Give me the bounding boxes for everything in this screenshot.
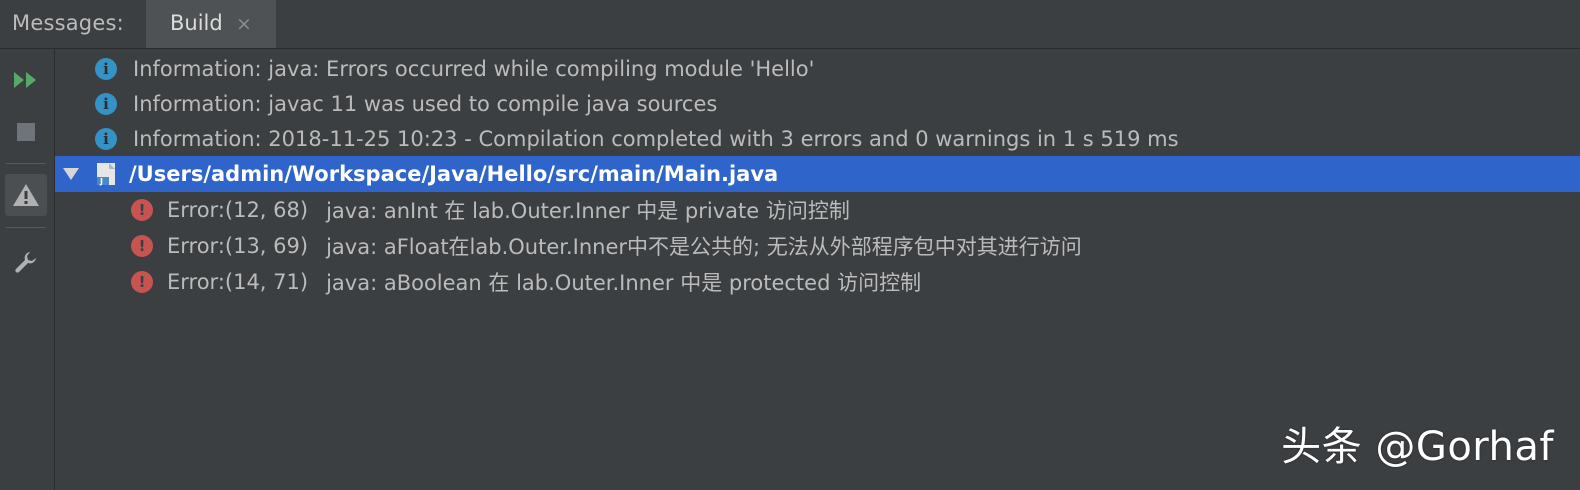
expand-arrow-icon[interactable] xyxy=(63,168,79,180)
error-message: java: aBoolean 在 lab.Outer.Inner 中是 prot… xyxy=(326,271,922,295)
info-message-text: Information: java: Errors occurred while… xyxy=(133,57,815,81)
file-node-row[interactable]: J /Users/admin/Workspace/Java/Hello/src/… xyxy=(55,156,1580,192)
message-row-error[interactable]: ! Error:(12, 68) java: anInt 在 lab.Outer… xyxy=(55,192,1580,228)
error-icon: ! xyxy=(131,271,153,293)
wrench-icon xyxy=(15,252,36,273)
info-icon: i xyxy=(95,128,117,150)
show-warnings-button[interactable] xyxy=(5,174,47,216)
message-row-error[interactable]: ! Error:(14, 71) java: aBoolean 在 lab.Ou… xyxy=(55,264,1580,300)
message-row-info[interactable]: i Information: java: Errors occurred whi… xyxy=(55,51,1580,87)
info-icon: i xyxy=(95,58,117,80)
toolbar-separator xyxy=(6,227,46,228)
java-file-icon: J xyxy=(93,161,119,187)
messages-build-window: Messages: Build × i Information: java: E… xyxy=(0,0,1580,490)
info-message-text: Information: 2018-11-25 10:23 - Compilat… xyxy=(133,127,1179,151)
file-path: /Users/admin/Workspace/Java/Hello/src/ma… xyxy=(129,162,779,186)
stop-button[interactable] xyxy=(5,111,47,153)
tab-close-icon[interactable]: × xyxy=(236,13,252,35)
error-message: java: anInt 在 lab.Outer.Inner 中是 private… xyxy=(326,199,850,223)
toolbar-separator xyxy=(6,163,46,164)
error-location: Error:(12, 68) xyxy=(167,198,309,222)
info-icon: i xyxy=(95,93,117,115)
info-message-text: Information: javac 11 was used to compil… xyxy=(133,92,718,116)
tab-build[interactable]: Build × xyxy=(146,0,276,48)
settings-button[interactable] xyxy=(5,241,47,283)
left-toolbar xyxy=(0,49,55,490)
tab-build-label: Build xyxy=(170,11,223,35)
error-icon: ! xyxy=(131,199,153,221)
message-row-error[interactable]: ! Error:(13, 69) java: aFloat在lab.Outer.… xyxy=(55,228,1580,264)
rerun-button[interactable] xyxy=(5,59,47,101)
stop-icon xyxy=(17,123,35,141)
rerun-icon xyxy=(14,72,36,88)
error-location: Error:(13, 69) xyxy=(167,234,309,258)
warning-icon xyxy=(13,184,39,206)
message-row-info[interactable]: i Information: 2018-11-25 10:23 - Compil… xyxy=(55,121,1580,157)
tool-window-title: Messages: xyxy=(12,11,124,35)
error-icon: ! xyxy=(131,235,153,257)
svg-text:J: J xyxy=(99,177,103,186)
error-message: java: aFloat在lab.Outer.Inner中不是公共的; 无法从外… xyxy=(326,235,1082,259)
watermark: 头条 @Gorhaf xyxy=(1281,424,1554,470)
error-location: Error:(14, 71) xyxy=(167,270,309,294)
message-row-info[interactable]: i Information: javac 11 was used to comp… xyxy=(55,86,1580,122)
tool-window-header: Messages: Build × xyxy=(0,0,1580,49)
